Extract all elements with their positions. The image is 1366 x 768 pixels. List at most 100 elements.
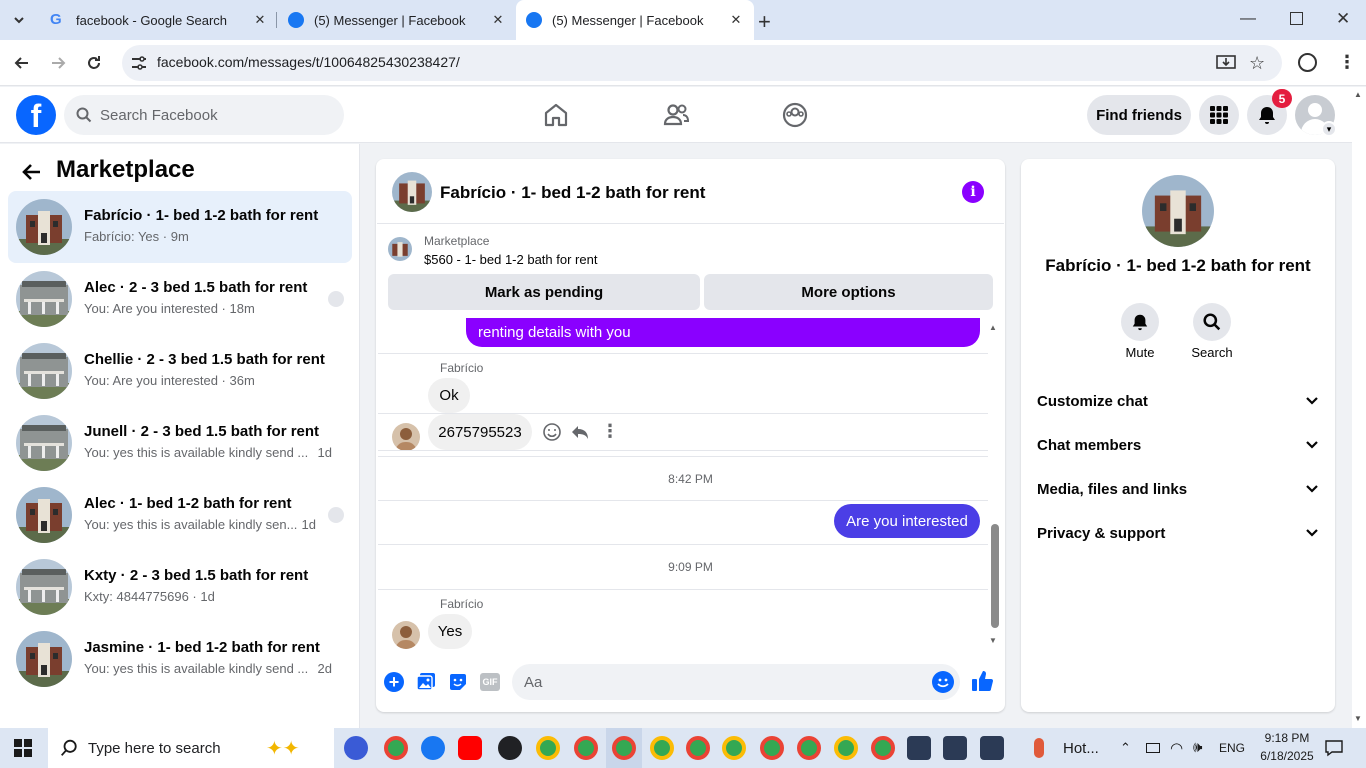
media-files-links-section[interactable]: Media, files and links <box>1037 477 1319 501</box>
more-options-button[interactable]: More options <box>704 274 993 310</box>
weather-label[interactable]: Hot... <box>1063 740 1099 757</box>
bookmark-star-icon[interactable]: ☆ <box>1249 53 1265 74</box>
chat-title[interactable]: Fabrício · 1- bed 1-2 bath for rent <box>440 183 705 203</box>
chevron-up-icon[interactable]: ⌃ <box>1120 740 1131 756</box>
facebook-logo[interactable]: f <box>16 95 56 135</box>
snipping-tool-icon[interactable] <box>943 736 967 760</box>
chevron-down-icon[interactable]: ▾ <box>1321 121 1337 137</box>
profile-icon[interactable] <box>1298 53 1317 72</box>
conversation-item[interactable]: Fabrício · 1- bed 1-2 bath for rent Fabr… <box>8 191 352 263</box>
volume-icon[interactable]: 🕪 <box>1193 739 1202 756</box>
chrome-icon[interactable] <box>686 736 710 760</box>
conversation-item[interactable]: Chellie · 2 - 3 bed 1.5 bath for rent Yo… <box>8 335 352 407</box>
incoming-message[interactable]: 2675795523 <box>428 414 532 450</box>
info-thumbnail[interactable] <box>1142 175 1214 247</box>
url-text[interactable]: facebook.com/messages/t/1006482543023842… <box>157 54 460 70</box>
conversation-item[interactable]: Alec · 2 - 3 bed 1.5 bath for rent You: … <box>8 263 352 335</box>
mark-as-pending-button[interactable]: Mark as pending <box>388 274 700 310</box>
plus-icon[interactable]: + <box>384 672 404 692</box>
like-thumbs-up-icon[interactable] <box>971 669 995 693</box>
outgoing-message[interactable]: renting details with you <box>466 318 980 347</box>
search-input[interactable]: Search Facebook <box>64 95 344 135</box>
chat-scrollbar-thumb[interactable] <box>991 524 999 628</box>
mute-button[interactable] <box>1121 303 1159 341</box>
restore-icon[interactable] <box>1290 12 1303 25</box>
window-close-icon[interactable]: ✕ <box>1336 9 1350 29</box>
customize-chat-section[interactable]: Customize chat <box>1037 389 1319 413</box>
home-icon[interactable] <box>542 101 570 129</box>
chrome-icon[interactable] <box>384 736 408 760</box>
react-emoji-icon[interactable] <box>542 422 562 442</box>
new-tab-icon[interactable]: + <box>758 9 771 35</box>
chat-header-thumbnail[interactable] <box>392 172 432 212</box>
more-actions-icon[interactable]: ⋮ <box>601 421 619 442</box>
groups-icon[interactable] <box>781 101 809 129</box>
incoming-message[interactable]: Ok <box>428 378 470 413</box>
info-icon[interactable]: i <box>962 181 984 203</box>
page-scrollbar[interactable] <box>1352 87 1366 728</box>
conversation-item[interactable]: Junell · 2 - 3 bed 1.5 bath for rent You… <box>8 407 352 479</box>
weather-temperature-icon[interactable] <box>1034 738 1044 758</box>
scroll-down-arrow-icon[interactable]: ▼ <box>989 636 997 645</box>
tab-messenger-2-active[interactable]: (5) Messenger | Facebook ✕ <box>516 0 754 40</box>
youtube-icon[interactable] <box>458 736 482 760</box>
sender-avatar[interactable] <box>392 621 420 649</box>
snipping-tool-icon[interactable] <box>907 736 931 760</box>
conversation-item[interactable]: Kxty · 2 - 3 bed 1.5 bath for rent Kxty:… <box>8 551 352 623</box>
facebook-taskbar-icon[interactable] <box>421 736 445 760</box>
scroll-up-arrow-icon[interactable]: ▲ <box>989 323 997 332</box>
conversation-item[interactable]: Jasmine · 1- bed 1-2 bath for rent You: … <box>8 623 352 695</box>
chrome-icon[interactable] <box>650 736 674 760</box>
install-app-icon[interactable] <box>1216 54 1236 72</box>
reply-icon[interactable] <box>570 422 590 442</box>
find-friends-button[interactable]: Find friends <box>1087 95 1191 135</box>
friends-icon[interactable] <box>662 101 690 129</box>
chrome-icon[interactable] <box>722 736 746 760</box>
copilot-icon[interactable] <box>344 736 368 760</box>
minimize-icon[interactable]: — <box>1240 10 1256 28</box>
chrome-icon[interactable] <box>834 736 858 760</box>
chrome-icon[interactable] <box>760 736 784 760</box>
message-input[interactable]: Aa <box>512 664 960 700</box>
sender-avatar[interactable] <box>392 423 420 451</box>
snipping-tool-icon[interactable] <box>980 736 1004 760</box>
sticker-icon[interactable] <box>448 672 468 692</box>
windows-start-icon[interactable] <box>14 739 32 757</box>
back-arrow-icon[interactable] <box>20 160 44 184</box>
emoji-icon[interactable] <box>932 671 954 693</box>
outgoing-message[interactable]: Are you interested <box>834 504 980 538</box>
back-icon[interactable] <box>12 53 32 73</box>
close-icon[interactable]: ✕ <box>728 12 744 28</box>
chrome-icon[interactable] <box>536 736 560 760</box>
wifi-icon[interactable]: ◠ <box>1170 739 1183 757</box>
close-icon[interactable]: ✕ <box>490 12 506 28</box>
notification-center-icon[interactable] <box>1325 739 1343 757</box>
forward-icon[interactable] <box>48 53 68 73</box>
tab-google-search[interactable]: G facebook - Google Search ✕ <box>40 0 278 40</box>
clock-date[interactable]: 6/18/2025 <box>1252 749 1322 763</box>
search-conversation-button[interactable] <box>1193 303 1231 341</box>
chrome-icon[interactable] <box>612 736 636 760</box>
chrome-icon[interactable] <box>574 736 598 760</box>
chrome-icon[interactable] <box>797 736 821 760</box>
photo-icon[interactable] <box>416 672 436 692</box>
input-language[interactable]: ENG <box>1219 741 1245 755</box>
incoming-message[interactable]: Yes <box>428 614 472 649</box>
site-info-icon[interactable] <box>130 55 148 71</box>
chrome-icon[interactable] <box>871 736 895 760</box>
privacy-support-section[interactable]: Privacy & support <box>1037 521 1319 545</box>
close-icon[interactable]: ✕ <box>252 12 268 28</box>
scroll-up-arrow-icon[interactable]: ▲ <box>1354 90 1362 99</box>
listing-price[interactable]: $560 - 1- bed 1-2 bath for rent <box>424 252 597 267</box>
menu-button[interactable] <box>1199 95 1239 135</box>
chat-members-section[interactable]: Chat members <box>1037 433 1319 457</box>
tab-messenger-1[interactable]: (5) Messenger | Facebook ✕ <box>278 0 516 40</box>
gif-icon[interactable]: GIF <box>480 673 500 691</box>
reload-icon[interactable] <box>84 53 104 73</box>
tab-search-dropdown-icon[interactable] <box>8 10 30 30</box>
conversation-item[interactable]: Alec · 1- bed 1-2 bath for rent You: yes… <box>8 479 352 551</box>
battery-icon[interactable] <box>1146 743 1160 753</box>
menu-kebab-icon[interactable]: ⋮ <box>1338 52 1356 73</box>
clock-time[interactable]: 9:18 PM <box>1252 731 1322 745</box>
scroll-down-arrow-icon[interactable]: ▼ <box>1354 714 1362 723</box>
